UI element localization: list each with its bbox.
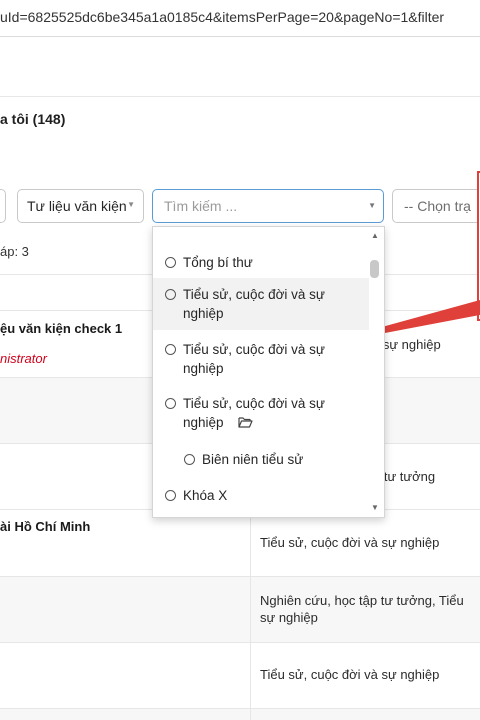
dropdown-option[interactable]: Tổng bí thư (153, 246, 369, 278)
dropdown-option-highlighted[interactable]: Tiểu sử, cuộc đời và sự nghiệp (153, 278, 369, 330)
caret-down-icon: ▼ (368, 201, 376, 210)
radio-icon[interactable] (165, 344, 176, 355)
answers-count: áp: 3 (0, 244, 29, 259)
dropdown-option-child[interactable]: Biên niên tiểu sử (153, 443, 369, 473)
page-header (0, 37, 480, 97)
radio-icon[interactable] (165, 257, 176, 268)
radio-icon[interactable] (184, 454, 195, 465)
address-bar[interactable]: uId=6825525dc6be345a1a0185c4&itemsPerPag… (0, 0, 480, 37)
row-1-author: nistrator (0, 351, 47, 366)
scroll-down-icon[interactable]: ▼ (371, 503, 379, 512)
option-label: nghiệp (183, 415, 224, 430)
radio-icon[interactable] (165, 289, 176, 300)
category-dropdown[interactable]: Tổng bí thư Tiểu sử, cuộc đời và sự nghi… (152, 226, 385, 518)
table-row-shaded (0, 709, 480, 720)
doc-type-select[interactable]: Tư liệu văn kiện ▼ (17, 189, 144, 223)
page-title: a tôi (148) (0, 111, 66, 127)
status-placeholder: -- Chọn trạ (404, 198, 471, 214)
category-search-select[interactable]: Tìm kiếm ... ▼ (152, 189, 384, 223)
url-text: uId=6825525dc6be345a1a0185c4&itemsPerPag… (0, 9, 445, 25)
folder-open-icon[interactable] (237, 414, 253, 433)
dropdown-option[interactable]: Tiểu sử, cuộc đời và sự nghiệp (153, 387, 369, 439)
row-6-category: Tiểu sử, cuộc đời và sự nghiệp (260, 667, 440, 682)
doc-type-value: Tư liệu văn kiện (27, 198, 127, 214)
scrollbar-thumb[interactable] (370, 260, 379, 278)
filter-select-left[interactable] (0, 189, 6, 223)
search-placeholder: Tìm kiếm ... (164, 198, 238, 214)
row-1-title[interactable]: ệu văn kiện check 1 (0, 320, 122, 337)
radio-icon[interactable] (165, 398, 176, 409)
row-divider (0, 642, 480, 643)
row-4-category: Tiểu sử, cuộc đời và sự nghiệp (260, 535, 440, 550)
radio-icon[interactable] (165, 490, 176, 501)
row-5-category-line1: Nghiên cứu, học tập tư tưởng, Tiểu (260, 593, 464, 608)
dropdown-option[interactable]: Tiểu sử, cuộc đời và sự nghiệp (153, 333, 369, 385)
row-divider (0, 576, 480, 577)
caret-down-icon: ▼ (127, 200, 135, 209)
dropdown-option[interactable]: Khóa X (153, 479, 369, 509)
table-row-shaded (0, 576, 480, 642)
row-4-title[interactable]: ài Hồ Chí Minh (0, 518, 90, 535)
status-select[interactable]: -- Chọn trạ (392, 189, 480, 223)
row-5-category-line2: sự nghiệp (260, 610, 318, 625)
scroll-up-icon[interactable]: ▲ (371, 231, 379, 240)
